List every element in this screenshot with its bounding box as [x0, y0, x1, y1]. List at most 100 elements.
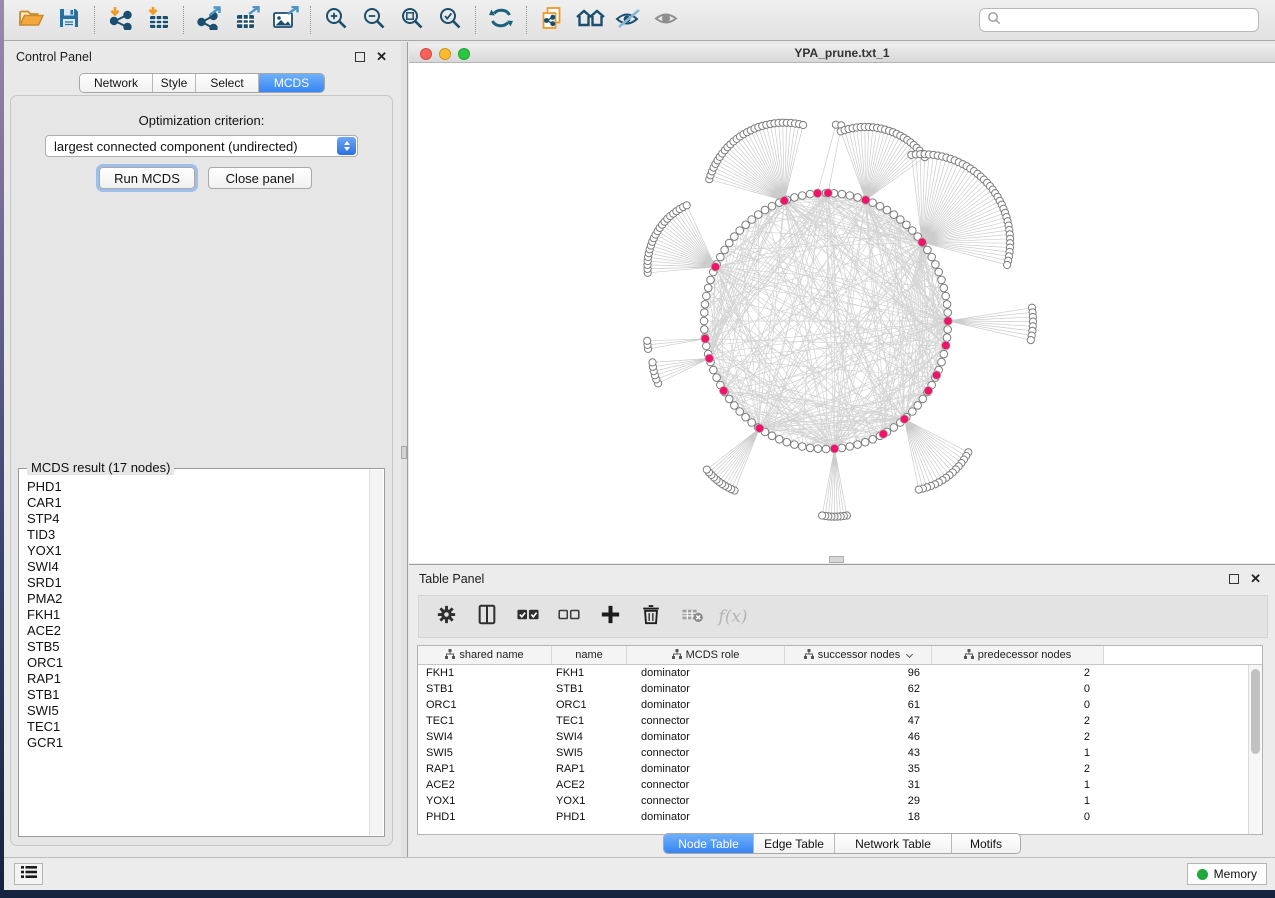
table-row[interactable]: TEC1TEC1connector472	[418, 713, 1262, 729]
tab-network-table[interactable]: Network Table	[835, 834, 952, 853]
column-header-shared-name[interactable]: shared name	[418, 646, 552, 664]
network-svg[interactable]	[409, 63, 1275, 563]
network-canvas[interactable]	[409, 63, 1275, 563]
close-window-light[interactable]	[420, 48, 432, 60]
tab-network[interactable]: Network	[80, 74, 153, 92]
search-box[interactable]	[979, 8, 1259, 32]
table-cell: 47	[785, 715, 932, 727]
export-table-button[interactable]	[228, 3, 266, 37]
chevron-down-icon[interactable]	[906, 650, 913, 657]
settings-gear-button[interactable]	[433, 604, 459, 630]
column-header-predecessor-nodes[interactable]: predecessor nodes	[932, 646, 1104, 664]
mcds-result-item[interactable]: TEC1	[27, 719, 369, 735]
tab-edge-table[interactable]: Edge Table	[754, 834, 835, 853]
maximize-window-light[interactable]	[458, 48, 470, 60]
mcds-result-item[interactable]: CAR1	[27, 495, 369, 511]
mcds-result-item[interactable]: TID3	[27, 527, 369, 543]
show-all-button[interactable]	[647, 3, 685, 37]
zoom-selected-button[interactable]	[431, 3, 469, 37]
save-session-button[interactable]	[50, 3, 88, 37]
mcds-result-item[interactable]: PMA2	[27, 591, 369, 607]
select-all-button[interactable]	[515, 604, 541, 630]
close-panel-button[interactable]: Close panel	[208, 167, 312, 189]
tab-select[interactable]: Select	[196, 74, 259, 92]
table-cell: dominator	[627, 699, 785, 711]
mcds-result-item[interactable]: YOX1	[27, 543, 369, 559]
mcds-result-item[interactable]: SRD1	[27, 575, 369, 591]
import-table-button[interactable]	[139, 3, 177, 37]
tab-motifs[interactable]: Motifs	[952, 834, 1020, 853]
mcds-result-item[interactable]: STB5	[27, 639, 369, 655]
horizontal-splitter-handle[interactable]	[829, 556, 844, 563]
mcds-result-item[interactable]: STP4	[27, 511, 369, 527]
hide-selected-button[interactable]	[609, 3, 647, 37]
table-cell: 62	[785, 683, 932, 695]
export-image-button[interactable]	[266, 3, 304, 37]
tab-node-table[interactable]: Node Table	[664, 834, 754, 853]
result-scrollbar[interactable]	[369, 470, 383, 835]
table-scrollbar[interactable]	[1248, 665, 1262, 834]
table-cell: 1	[932, 779, 1104, 791]
table-cell: YOX1	[552, 795, 627, 807]
close-panel-icon[interactable]: ✕	[376, 50, 387, 64]
table-row[interactable]: SWI4SWI4dominator462	[418, 729, 1262, 745]
show-panels-button[interactable]	[14, 863, 43, 885]
table-row[interactable]: SWI5SWI5connector431	[418, 745, 1262, 761]
mcds-result-item[interactable]: GCR1	[27, 735, 369, 751]
mcds-result-item[interactable]: STB1	[27, 687, 369, 703]
mcds-result-item[interactable]: ACE2	[27, 623, 369, 639]
optimization-criterion-select[interactable]: largest connected component (undirected)	[45, 135, 358, 157]
column-label: successor nodes	[818, 649, 901, 661]
float-table-panel-icon[interactable]	[1229, 574, 1239, 584]
open-file-button[interactable]	[12, 3, 50, 37]
column-label: shared name	[459, 649, 523, 661]
minimize-window-light[interactable]	[439, 48, 451, 60]
table-row[interactable]: ORC1ORC1dominator610	[418, 697, 1262, 713]
column-header-successor-nodes[interactable]: successor nodes	[785, 646, 932, 664]
table-row[interactable]: PHD1PHD1dominator180	[418, 809, 1262, 825]
mcds-result-item[interactable]: RAP1	[27, 671, 369, 687]
mcds-result-item[interactable]: SWI4	[27, 559, 369, 575]
table-row[interactable]: ACE2ACE2connector311	[418, 777, 1262, 793]
zoom-in-button[interactable]	[317, 3, 355, 37]
table-row[interactable]: FKH1FKH1dominator962	[418, 665, 1262, 681]
memory-button[interactable]: Memory	[1187, 863, 1267, 885]
vertical-splitter-handle[interactable]	[401, 446, 407, 459]
column-layout-button[interactable]	[474, 604, 500, 630]
delete-column-button[interactable]	[638, 604, 664, 630]
run-mcds-button[interactable]: Run MCDS	[99, 167, 195, 189]
zoom-fit-button[interactable]	[393, 3, 431, 37]
table-cell: 1	[932, 795, 1104, 807]
add-column-button[interactable]	[597, 604, 623, 630]
export-network-button[interactable]	[190, 3, 228, 37]
table-row[interactable]: RAP1RAP1dominator352	[418, 761, 1262, 777]
deselect-all-button[interactable]	[556, 604, 582, 630]
refresh-view-button[interactable]	[482, 3, 520, 37]
table-scrollbar-thumb[interactable]	[1251, 669, 1260, 754]
tab-style[interactable]: Style	[153, 74, 196, 92]
float-panel-icon[interactable]	[355, 52, 365, 62]
table-header-row: shared name nameMCDS role successor nodes p…	[418, 646, 1262, 665]
vertical-splitter[interactable]	[401, 42, 408, 857]
mcds-result-item[interactable]: ORC1	[27, 655, 369, 671]
column-header-MCDS-role[interactable]: MCDS role	[627, 646, 785, 664]
tab-mcds[interactable]: MCDS	[259, 74, 324, 92]
import-network-button[interactable]	[101, 3, 139, 37]
optimization-criterion-label: Optimization criterion:	[11, 113, 392, 128]
zoom-out-button[interactable]	[355, 3, 393, 37]
column-label: predecessor nodes	[978, 649, 1072, 661]
duplicate-network-button[interactable]	[533, 3, 571, 37]
mcds-result-item[interactable]: FKH1	[27, 607, 369, 623]
memory-status-icon	[1197, 869, 1208, 880]
toolbar-separator	[310, 6, 311, 34]
table-row[interactable]: YOX1YOX1connector291	[418, 793, 1262, 809]
search-input[interactable]	[1006, 13, 1251, 27]
network-titlebar[interactable]: YPA_prune.txt_1	[409, 44, 1275, 63]
close-table-panel-icon[interactable]: ✕	[1250, 572, 1261, 586]
table-row[interactable]: STB1STB1dominator620	[418, 681, 1262, 697]
first-neighbors-button[interactable]	[571, 3, 609, 37]
mcds-result-item[interactable]: SWI5	[27, 703, 369, 719]
table-cell: 0	[932, 811, 1104, 823]
mcds-result-item[interactable]: PHD1	[27, 479, 369, 495]
column-header-name[interactable]: name	[552, 646, 627, 664]
